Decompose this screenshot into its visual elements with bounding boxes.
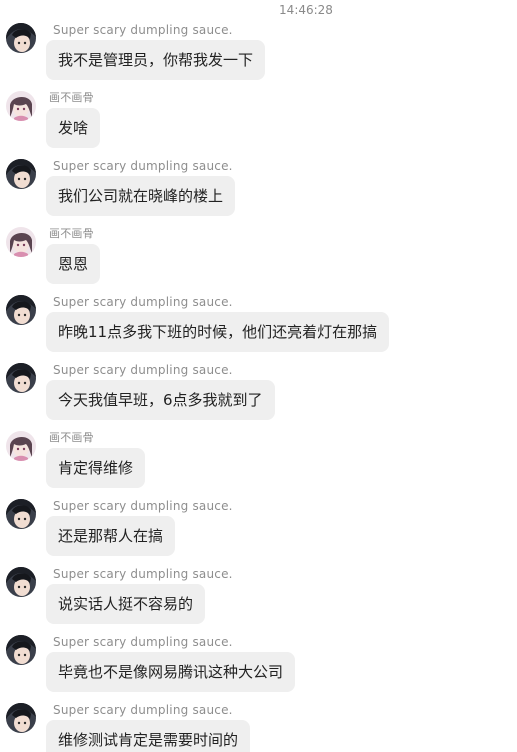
message-row: Super scary dumpling sauce. 维修测试肯定是需要时间的 bbox=[0, 700, 517, 752]
avatar[interactable] bbox=[6, 91, 36, 121]
sender-name[interactable]: Super scary dumpling sauce. bbox=[53, 703, 233, 717]
sender-name[interactable]: Super scary dumpling sauce. bbox=[53, 23, 233, 37]
message-row: Super scary dumpling sauce. 说实话人挺不容易的 bbox=[0, 564, 517, 632]
anime-avatar-dark-icon bbox=[6, 159, 36, 189]
message-bubble[interactable]: 维修测试肯定是需要时间的 bbox=[46, 720, 251, 752]
message-bubble[interactable]: 今天我值早班，6点多我就到了 bbox=[46, 380, 275, 420]
avatar[interactable] bbox=[6, 499, 36, 529]
avatar[interactable] bbox=[6, 567, 36, 597]
sender-name[interactable]: 画不画骨 bbox=[49, 225, 94, 241]
anime-avatar-dark-icon bbox=[6, 703, 36, 733]
sender-name[interactable]: Super scary dumpling sauce. bbox=[53, 295, 233, 309]
avatar[interactable] bbox=[6, 295, 36, 325]
sender-name[interactable]: Super scary dumpling sauce. bbox=[53, 159, 233, 173]
sender-name[interactable]: Super scary dumpling sauce. bbox=[53, 567, 233, 581]
message-row: Super scary dumpling sauce. 毕竟也不是像网易腾讯这种大… bbox=[0, 632, 517, 700]
message-bubble[interactable]: 说实话人挺不容易的 bbox=[46, 584, 206, 624]
avatar[interactable] bbox=[6, 635, 36, 665]
sender-name[interactable]: Super scary dumpling sauce. bbox=[53, 635, 233, 649]
message-bubble[interactable]: 发啥 bbox=[46, 108, 101, 148]
anime-avatar-pink-icon bbox=[6, 227, 36, 257]
avatar[interactable] bbox=[6, 159, 36, 189]
anime-avatar-dark-icon bbox=[6, 23, 36, 53]
anime-avatar-dark-icon bbox=[6, 363, 36, 393]
message-row: Super scary dumpling sauce. 还是那帮人在搞 bbox=[0, 496, 517, 564]
avatar[interactable] bbox=[6, 363, 36, 393]
message-row: Super scary dumpling sauce. 我们公司就在晓峰的楼上 bbox=[0, 156, 517, 224]
avatar[interactable] bbox=[6, 431, 36, 461]
message-bubble[interactable]: 肯定得维修 bbox=[46, 448, 146, 488]
avatar[interactable] bbox=[6, 703, 36, 733]
sender-name[interactable]: Super scary dumpling sauce. bbox=[53, 363, 233, 377]
anime-avatar-pink-icon bbox=[6, 91, 36, 121]
message-bubble[interactable]: 恩恩 bbox=[46, 244, 101, 284]
message-row: 画不画骨 恩恩 bbox=[0, 224, 517, 292]
avatar[interactable] bbox=[6, 23, 36, 53]
sender-name[interactable]: Super scary dumpling sauce. bbox=[53, 499, 233, 513]
message-row: Super scary dumpling sauce. 我不是管理员，你帮我发一下 bbox=[0, 20, 517, 88]
message-row: 画不画骨 肯定得维修 bbox=[0, 428, 517, 496]
message-bubble[interactable]: 毕竟也不是像网易腾讯这种大公司 bbox=[46, 652, 296, 692]
message-bubble[interactable]: 昨晚11点多我下班的时候，他们还亮着灯在那搞 bbox=[46, 312, 390, 352]
anime-avatar-dark-icon bbox=[6, 499, 36, 529]
anime-avatar-dark-icon bbox=[6, 635, 36, 665]
chat-window: 14:46:28 Super scary dumpling sauce. 我不是管… bbox=[0, 0, 517, 752]
sender-name[interactable]: 画不画骨 bbox=[49, 429, 94, 445]
message-bubble[interactable]: 我们公司就在晓峰的楼上 bbox=[46, 176, 236, 216]
timestamp: 14:46:28 bbox=[279, 3, 333, 17]
sender-name[interactable]: 画不画骨 bbox=[49, 89, 94, 105]
anime-avatar-dark-icon bbox=[6, 295, 36, 325]
avatar[interactable] bbox=[6, 227, 36, 257]
message-bubble[interactable]: 还是那帮人在搞 bbox=[46, 516, 176, 556]
anime-avatar-dark-icon bbox=[6, 567, 36, 597]
message-row: Super scary dumpling sauce. 昨晚11点多我下班的时候，… bbox=[0, 292, 517, 360]
message-row: 画不画骨 发啥 bbox=[0, 88, 517, 156]
anime-avatar-pink-icon bbox=[6, 431, 36, 461]
message-row: Super scary dumpling sauce. 今天我值早班，6点多我就到… bbox=[0, 360, 517, 428]
message-bubble[interactable]: 我不是管理员，你帮我发一下 bbox=[46, 40, 266, 80]
